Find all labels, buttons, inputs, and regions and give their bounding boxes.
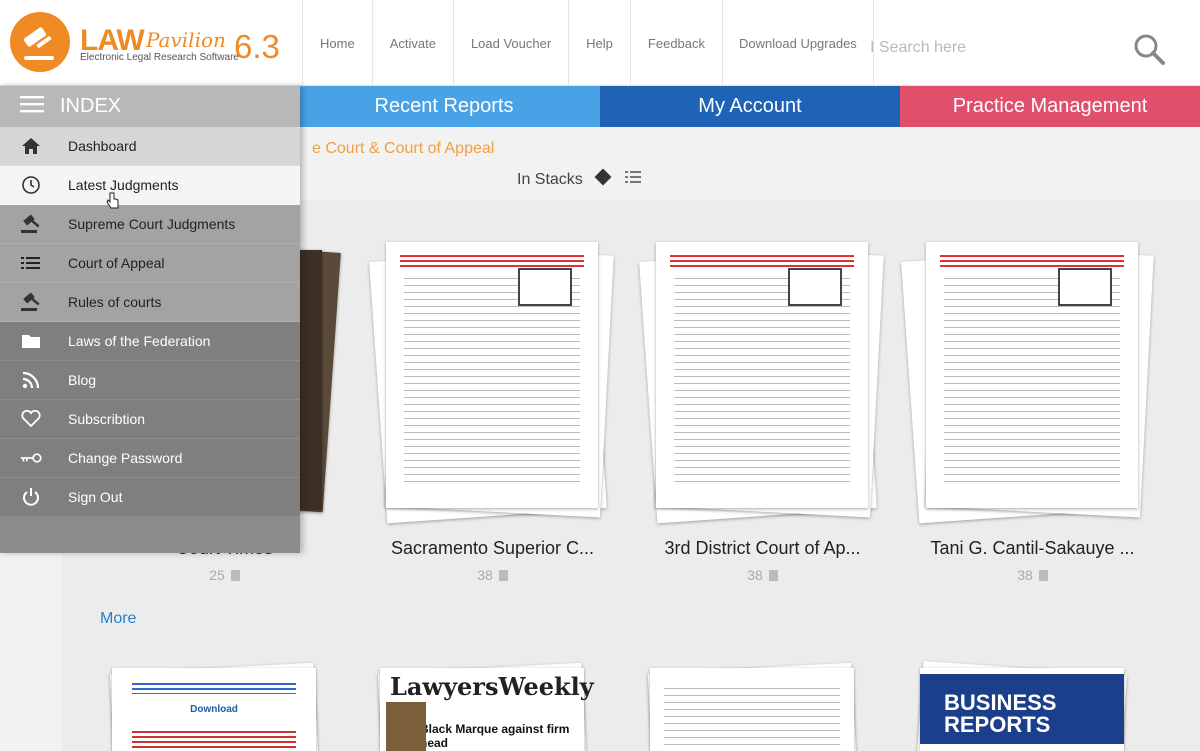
- tab-recent-reports[interactable]: Recent Reports: [288, 86, 600, 127]
- list-view-icon[interactable]: [623, 167, 643, 192]
- sidebar-item-dashboard[interactable]: Dashboard: [0, 127, 300, 166]
- report-thumbnail[interactable]: [642, 662, 862, 751]
- folder-icon: [20, 330, 42, 352]
- home-icon: [20, 135, 42, 157]
- brand-subtitle: Electronic Legal Research Software: [80, 52, 239, 63]
- report-stack[interactable]: [901, 240, 1155, 530]
- nav-download-upgrades[interactable]: Download Upgrades: [722, 0, 874, 86]
- sidebar-item-court-of-appeal[interactable]: Court of Appeal: [0, 244, 300, 283]
- report-thumbnail[interactable]: LawyersWeekly Black Marque against firm h…: [372, 662, 594, 751]
- card-count: 38: [370, 567, 615, 583]
- sidebar-item-label: Change Password: [68, 450, 183, 466]
- report-stack[interactable]: [639, 240, 885, 530]
- card-title[interactable]: Sacramento Superior C...: [370, 538, 615, 559]
- sidebar-title: INDEX: [60, 95, 122, 117]
- sidebar-item-label: Court of Appeal: [68, 255, 165, 271]
- sidebar-item-label: Subscribtion: [68, 411, 146, 427]
- search-input[interactable]: [870, 36, 1110, 60]
- list-icon: [20, 252, 42, 274]
- sidebar-item-label: Rules of courts: [68, 294, 162, 310]
- sidebar-item-label: Blog: [68, 372, 97, 388]
- app-window: { "brand": {"name": "LAW", "script": "Pa…: [0, 0, 1200, 751]
- gavel-logo-icon: [10, 12, 70, 72]
- key-icon: [20, 447, 42, 469]
- rss-icon: [20, 369, 42, 391]
- gavel-icon: [20, 291, 42, 313]
- report-thumbnail[interactable]: Download: [104, 662, 324, 751]
- report-card[interactable]: 3rd District Court of Ap... 38: [639, 240, 885, 583]
- hand-cursor-icon: [106, 192, 120, 215]
- document-icon: [768, 570, 778, 581]
- sidebar-item-blog[interactable]: Blog: [0, 361, 300, 400]
- sidebar-item-label: Dashboard: [68, 138, 137, 154]
- app-logo[interactable]: LAW Pavilion 6.3 Electronic Legal Resear…: [0, 0, 300, 86]
- thumb-magazine-title: LawyersWeekly: [390, 672, 594, 701]
- stamp-icon: [518, 268, 572, 306]
- search-icon[interactable]: [1130, 30, 1168, 68]
- brand-version: 6.3: [234, 28, 280, 65]
- stack-view-icon[interactable]: [593, 167, 613, 192]
- breadcrumb[interactable]: e Court & Court of Appeal: [312, 140, 494, 158]
- tab-practice-management[interactable]: Practice Management: [900, 86, 1200, 127]
- sidebar-item-rules-of-courts[interactable]: Rules of courts: [0, 283, 300, 322]
- card-count: 38: [910, 567, 1155, 583]
- sidebar-header[interactable]: INDEX: [0, 86, 300, 127]
- document-icon: [1038, 570, 1048, 581]
- sidebar-item-label: Laws of the Federation: [68, 333, 211, 349]
- heart-icon: [20, 408, 42, 430]
- top-nav: Home Activate Load Voucher Help Feedback…: [302, 0, 874, 86]
- document-icon: [498, 570, 508, 581]
- sidebar-item-label: Sign Out: [68, 489, 123, 505]
- sidebar-item-subscription[interactable]: Subscribtion: [0, 400, 300, 439]
- report-card[interactable]: Tani G. Cantil-Sakauye ... 38: [901, 240, 1155, 583]
- sidebar-item-change-password[interactable]: Change Password: [0, 439, 300, 478]
- sidebar-item-latest-judgments[interactable]: Latest Judgments: [0, 166, 300, 205]
- brand-script: Pavilion: [146, 28, 226, 52]
- power-icon: [20, 486, 42, 508]
- index-sidebar: INDEX Dashboard Latest Judgments Supreme…: [0, 86, 300, 553]
- clock-icon: [20, 174, 42, 196]
- nav-home[interactable]: Home: [302, 0, 372, 86]
- thumb-headline: Black Marque against firm head: [420, 722, 570, 750]
- view-mode-label: In Stacks: [517, 170, 583, 188]
- nav-feedback[interactable]: Feedback: [629, 0, 722, 86]
- sidebar-item-supreme-court[interactable]: Supreme Court Judgments: [0, 205, 300, 244]
- sidebar-item-sign-out[interactable]: Sign Out: [0, 478, 300, 517]
- card-count: 25: [102, 567, 347, 583]
- sidebar-item-label: Latest Judgments: [68, 177, 179, 193]
- card-title[interactable]: Tani G. Cantil-Sakauye ...: [910, 538, 1155, 559]
- hamburger-icon[interactable]: [20, 95, 44, 119]
- nav-help[interactable]: Help: [568, 0, 630, 86]
- tab-my-account[interactable]: My Account: [600, 86, 900, 127]
- more-link[interactable]: More: [100, 610, 136, 628]
- report-thumbnail[interactable]: BUSINESS REPORTS: [912, 660, 1132, 751]
- document-icon: [230, 570, 240, 581]
- nav-load-voucher[interactable]: Load Voucher: [452, 0, 568, 86]
- view-toggle: In Stacks: [517, 167, 643, 192]
- stamp-icon: [788, 268, 842, 306]
- thumb-doc-title: Download: [190, 704, 238, 715]
- thumb-journal-title: BUSINESS REPORTS: [944, 690, 1057, 737]
- card-title[interactable]: 3rd District Court of Ap...: [640, 538, 885, 559]
- sidebar-item-laws-of-federation[interactable]: Laws of the Federation: [0, 322, 300, 361]
- report-stack[interactable]: [369, 240, 615, 530]
- sidebar-item-label: Supreme Court Judgments: [68, 216, 236, 232]
- gavel-icon: [20, 213, 42, 235]
- nav-activate[interactable]: Activate: [371, 0, 453, 86]
- stamp-icon: [1058, 268, 1112, 306]
- top-bar: LAW Pavilion 6.3 Electronic Legal Resear…: [0, 0, 1200, 86]
- report-card[interactable]: Sacramento Superior C... 38: [369, 240, 615, 583]
- card-count: 38: [640, 567, 885, 583]
